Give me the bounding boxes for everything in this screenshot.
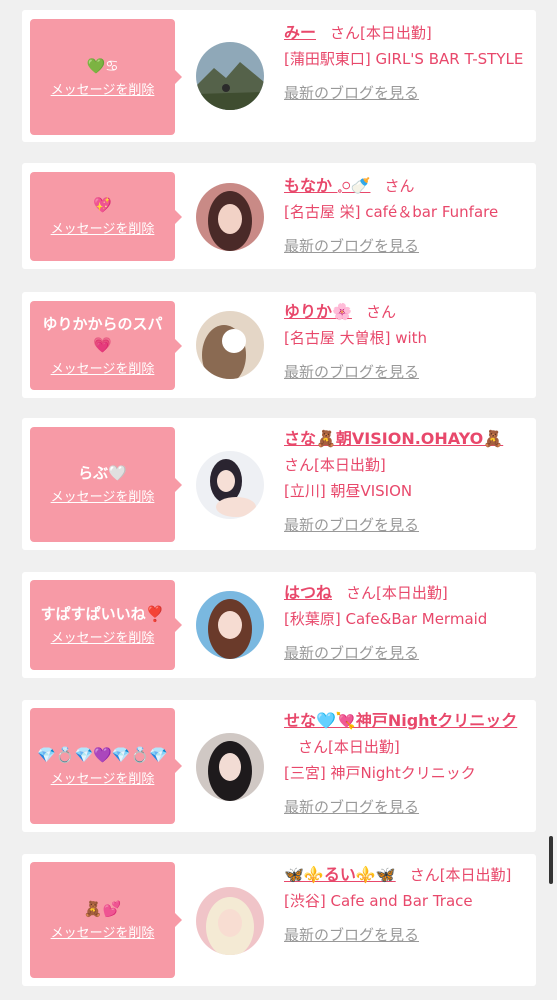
message-bubble: 💚♋ メッセージを削除 xyxy=(30,19,182,135)
delete-message-link[interactable]: メッセージを削除 xyxy=(51,221,155,238)
sender-status: さん[本日出勤] xyxy=(330,24,432,42)
shop-name: [蒲田駅東口] GIRL'S BAR T-STYLE xyxy=(284,50,524,68)
shop-name: [名古屋 大曽根] with xyxy=(284,329,428,347)
message-card: ゆりかからのスパ💗 メッセージを削除 ゆりか🌸 さん [名古屋 大曽根] with… xyxy=(22,292,536,398)
message-text: 💎💍💎💜💎💍💎 xyxy=(37,745,168,764)
message-card: らぶ🤍 メッセージを削除 さな🧸朝VISION.OHAYO🧸 さん[本日出勤] … xyxy=(22,418,536,550)
latest-blog-link[interactable]: 最新のブログを見る xyxy=(284,514,524,536)
sender-name-link[interactable]: さな🧸朝VISION.OHAYO🧸 xyxy=(284,429,503,448)
avatar-photo-icon[interactable] xyxy=(196,591,264,659)
sender-info: ゆりか🌸 さん [名古屋 大曽根] with 最新のブログを見る xyxy=(284,299,524,383)
sender-name-link[interactable]: みー xyxy=(284,23,316,42)
sender-name-link[interactable]: はつね xyxy=(284,583,332,602)
delete-message-link[interactable]: メッセージを削除 xyxy=(51,771,155,788)
sender-info: さな🧸朝VISION.OHAYO🧸 さん[本日出勤] [立川] 朝昼VISION… xyxy=(284,426,524,536)
message-bubble: ゆりかからのスパ💗 メッセージを削除 xyxy=(30,301,182,390)
message-text: らぶ🤍 xyxy=(78,464,127,482)
message-bubble: らぶ🤍 メッセージを削除 xyxy=(30,427,182,542)
shop-name: [名古屋 栄] café＆bar Funfare xyxy=(284,203,499,221)
delete-message-link[interactable]: メッセージを削除 xyxy=(51,82,155,99)
avatar-photo-icon[interactable] xyxy=(196,887,264,955)
message-card: 💖 メッセージを削除 もなか 𓈒𓏸🍼 さん [名古屋 栄] café＆bar Fu… xyxy=(22,163,536,269)
sender-info: もなか 𓈒𓏸🍼 さん [名古屋 栄] café＆bar Funfare 最新のブロ… xyxy=(284,173,524,257)
delete-message-link[interactable]: メッセージを削除 xyxy=(51,361,155,378)
sender-status: さん xyxy=(384,177,415,195)
latest-blog-link[interactable]: 最新のブログを見る xyxy=(284,361,524,383)
message-card: 🧸💕 メッセージを削除 🦋⚜️るい⚜️🦋 さん[本日出勤] [渋谷] Cafe a… xyxy=(22,854,536,986)
sender-name-link[interactable]: もなか 𓈒𓏸🍼 xyxy=(284,176,370,195)
message-text: すぱすぱいいね❣️ xyxy=(40,604,165,623)
delete-message-link[interactable]: メッセージを削除 xyxy=(51,925,155,942)
latest-blog-link[interactable]: 最新のブログを見る xyxy=(284,924,524,946)
latest-blog-link[interactable]: 最新のブログを見る xyxy=(284,235,524,257)
message-text: 🧸💕 xyxy=(83,899,122,918)
message-bubble: 🧸💕 メッセージを削除 xyxy=(30,862,182,978)
sender-info: みー さん[本日出勤] [蒲田駅東口] GIRL'S BAR T-STYLE 最新… xyxy=(284,20,524,104)
latest-blog-link[interactable]: 最新のブログを見る xyxy=(284,82,524,104)
message-bubble: 💎💍💎💜💎💍💎 メッセージを削除 xyxy=(30,708,182,824)
shop-name: [渋谷] Cafe and Bar Trace xyxy=(284,892,473,910)
shop-name: [三宮] 神戸Nightクリニック xyxy=(284,764,476,782)
sender-name-link[interactable]: ゆりか🌸 xyxy=(284,302,352,321)
avatar-photo-icon[interactable] xyxy=(196,451,264,519)
message-card: 💚♋ メッセージを削除 みー さん[本日出勤] [蒲田駅東口] GIRL'S BA… xyxy=(22,10,536,142)
message-text: 💚♋ xyxy=(86,56,119,75)
latest-blog-link[interactable]: 最新のブログを見る xyxy=(284,796,524,818)
latest-blog-link[interactable]: 最新のブログを見る xyxy=(284,642,524,664)
sender-name-link[interactable]: せな🩵💘神戸Nightクリニック xyxy=(284,711,517,730)
avatar-photo-icon[interactable] xyxy=(196,733,264,801)
sender-status: さん[本日出勤] xyxy=(298,738,400,756)
sender-name-link[interactable]: 🦋⚜️るい⚜️🦋 xyxy=(284,865,396,884)
shop-name: [秋葉原] Cafe&Bar Mermaid xyxy=(284,610,488,628)
sender-status: さん[本日出勤] xyxy=(284,456,386,474)
sender-status: さん[本日出勤] xyxy=(409,866,512,884)
sender-info: 🦋⚜️るい⚜️🦋 さん[本日出勤] [渋谷] Cafe and Bar Trace… xyxy=(284,862,524,946)
avatar-photo-icon[interactable] xyxy=(196,311,264,379)
message-card: 💎💍💎💜💎💍💎 メッセージを削除 せな🩵💘神戸Nightクリニックさん[本日出勤… xyxy=(22,700,536,832)
message-text: ゆりかからのスパ💗 xyxy=(42,314,163,354)
avatar-photo-icon[interactable] xyxy=(196,183,264,251)
sender-info: せな🩵💘神戸Nightクリニックさん[本日出勤] [三宮] 神戸Nightクリニ… xyxy=(284,708,524,818)
message-bubble: すぱすぱいいね❣️ メッセージを削除 xyxy=(30,580,182,670)
shop-name: [立川] 朝昼VISION xyxy=(284,482,413,500)
message-card: すぱすぱいいね❣️ メッセージを削除 はつね さん[本日出勤] [秋葉原] Caf… xyxy=(22,572,536,678)
message-text: 💖 xyxy=(93,196,112,214)
avatar-photo-icon[interactable] xyxy=(196,42,264,110)
delete-message-link[interactable]: メッセージを削除 xyxy=(51,630,155,647)
delete-message-link[interactable]: メッセージを削除 xyxy=(51,489,155,506)
message-bubble: 💖 メッセージを削除 xyxy=(30,172,182,261)
scrollbar-thumb[interactable] xyxy=(549,836,553,884)
sender-info: はつね さん[本日出勤] [秋葉原] Cafe&Bar Mermaid 最新のブロ… xyxy=(284,580,524,664)
sender-status: さん[本日出勤] xyxy=(346,584,448,602)
sender-status: さん xyxy=(365,303,396,321)
